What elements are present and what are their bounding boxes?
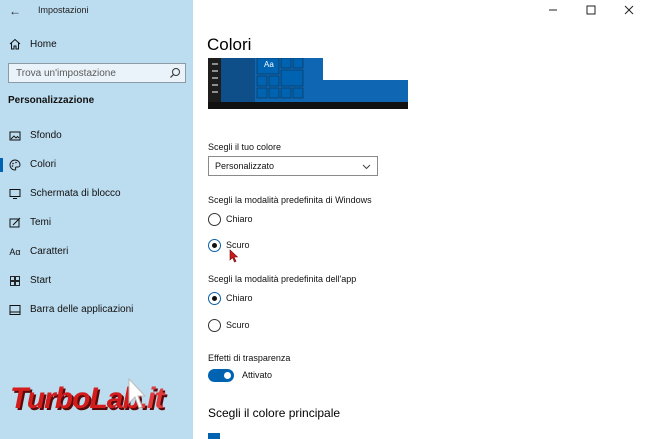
windows-mode-label: Scegli la modalità predefinita di Window…	[208, 195, 372, 205]
sidebar-item-barra-delle-applicazioni[interactable]: Barra delle applicazioni	[0, 299, 193, 321]
app-mode-label: Scegli la modalità predefinita dell'app	[208, 274, 357, 284]
radio-circle	[208, 292, 221, 305]
sidebar-item-label: Start	[30, 275, 52, 286]
sidebar-item-caratteri[interactable]: Aα Caratteri	[0, 241, 193, 263]
sidebar-item-temi[interactable]: Temi	[0, 212, 193, 234]
radio-circle	[208, 319, 221, 332]
font-icon: Aα	[9, 247, 21, 257]
search-icon	[170, 68, 180, 78]
sidebar-item-label: Temi	[30, 217, 52, 228]
transparency-label: Effetti di trasparenza	[208, 353, 291, 363]
transparency-state: Attivato	[242, 370, 273, 380]
home-icon	[9, 38, 21, 50]
taskbar-icon	[9, 305, 21, 315]
mouse-cursor-icon	[229, 249, 239, 263]
radio-label: Scuro	[226, 320, 250, 330]
sidebar: ← Impostazioni Home Trova un'impostazion…	[0, 0, 193, 439]
preview-tile-text: Aa	[264, 60, 274, 69]
watermark-logo: TurboLab.it	[10, 377, 235, 422]
transparency-toggle[interactable]	[208, 369, 234, 382]
search-placeholder: Trova un'impostazione	[16, 68, 116, 79]
window-title: Impostazioni	[38, 5, 89, 15]
sidebar-item-colori[interactable]: Colori	[0, 154, 193, 176]
brush-icon	[9, 217, 21, 228]
active-indicator	[0, 158, 3, 172]
back-arrow-icon: ←	[9, 4, 21, 18]
sidebar-item-label: Colori	[30, 159, 57, 170]
theme-preview: Aa	[208, 58, 408, 109]
sidebar-item-start[interactable]: Start	[0, 270, 193, 292]
window-controls	[540, 0, 650, 20]
sidebar-item-label: Schermata di blocco	[30, 188, 121, 199]
sidebar-item-label: Barra delle applicazioni	[30, 304, 134, 315]
image-icon	[9, 131, 21, 141]
accent-swatch[interactable]	[208, 433, 220, 439]
preview-graphic	[208, 58, 408, 109]
sidebar-item-schermata-di-blocco[interactable]: Schermata di blocco	[0, 183, 193, 205]
sidebar-item-home[interactable]: Home	[0, 36, 193, 54]
sidebar-item-label: Caratteri	[30, 246, 69, 257]
maximize-icon[interactable]	[585, 4, 597, 16]
title-bar-left: ← Impostazioni	[0, 0, 193, 22]
close-icon[interactable]	[623, 4, 635, 16]
radio-label: Chiaro	[226, 293, 253, 303]
palette-icon	[9, 159, 21, 171]
choose-color-label: Scegli il tuo colore	[208, 142, 282, 152]
chevron-down-icon	[362, 164, 371, 170]
windows-mode-radio-scuro[interactable]: Scuro	[208, 238, 328, 254]
watermark-cursor-icon	[128, 377, 147, 409]
radio-circle	[208, 213, 221, 226]
page-title: Colori	[207, 35, 252, 54]
app-mode-radio-scuro[interactable]: Scuro	[208, 318, 328, 334]
start-icon	[10, 276, 20, 286]
windows-mode-radio-chiaro[interactable]: Chiaro	[208, 212, 328, 228]
sidebar-item-sfondo[interactable]: Sfondo	[0, 125, 193, 147]
section-title: Personalizzazione	[8, 95, 95, 106]
radio-label: Chiaro	[226, 214, 253, 224]
dropdown-value: Personalizzato	[215, 161, 275, 171]
app-mode-radio-chiaro[interactable]: Chiaro	[208, 291, 328, 307]
sidebar-item-label: Sfondo	[30, 130, 62, 141]
watermark-main: TurboLab	[10, 382, 141, 415]
back-button[interactable]: ←	[6, 3, 24, 19]
lock-screen-icon	[9, 189, 21, 199]
choose-color-dropdown[interactable]: Personalizzato	[208, 156, 378, 176]
home-label: Home	[30, 39, 57, 50]
minimize-icon[interactable]	[547, 4, 559, 16]
radio-circle	[208, 239, 221, 252]
search-input[interactable]: Trova un'impostazione	[8, 63, 186, 83]
